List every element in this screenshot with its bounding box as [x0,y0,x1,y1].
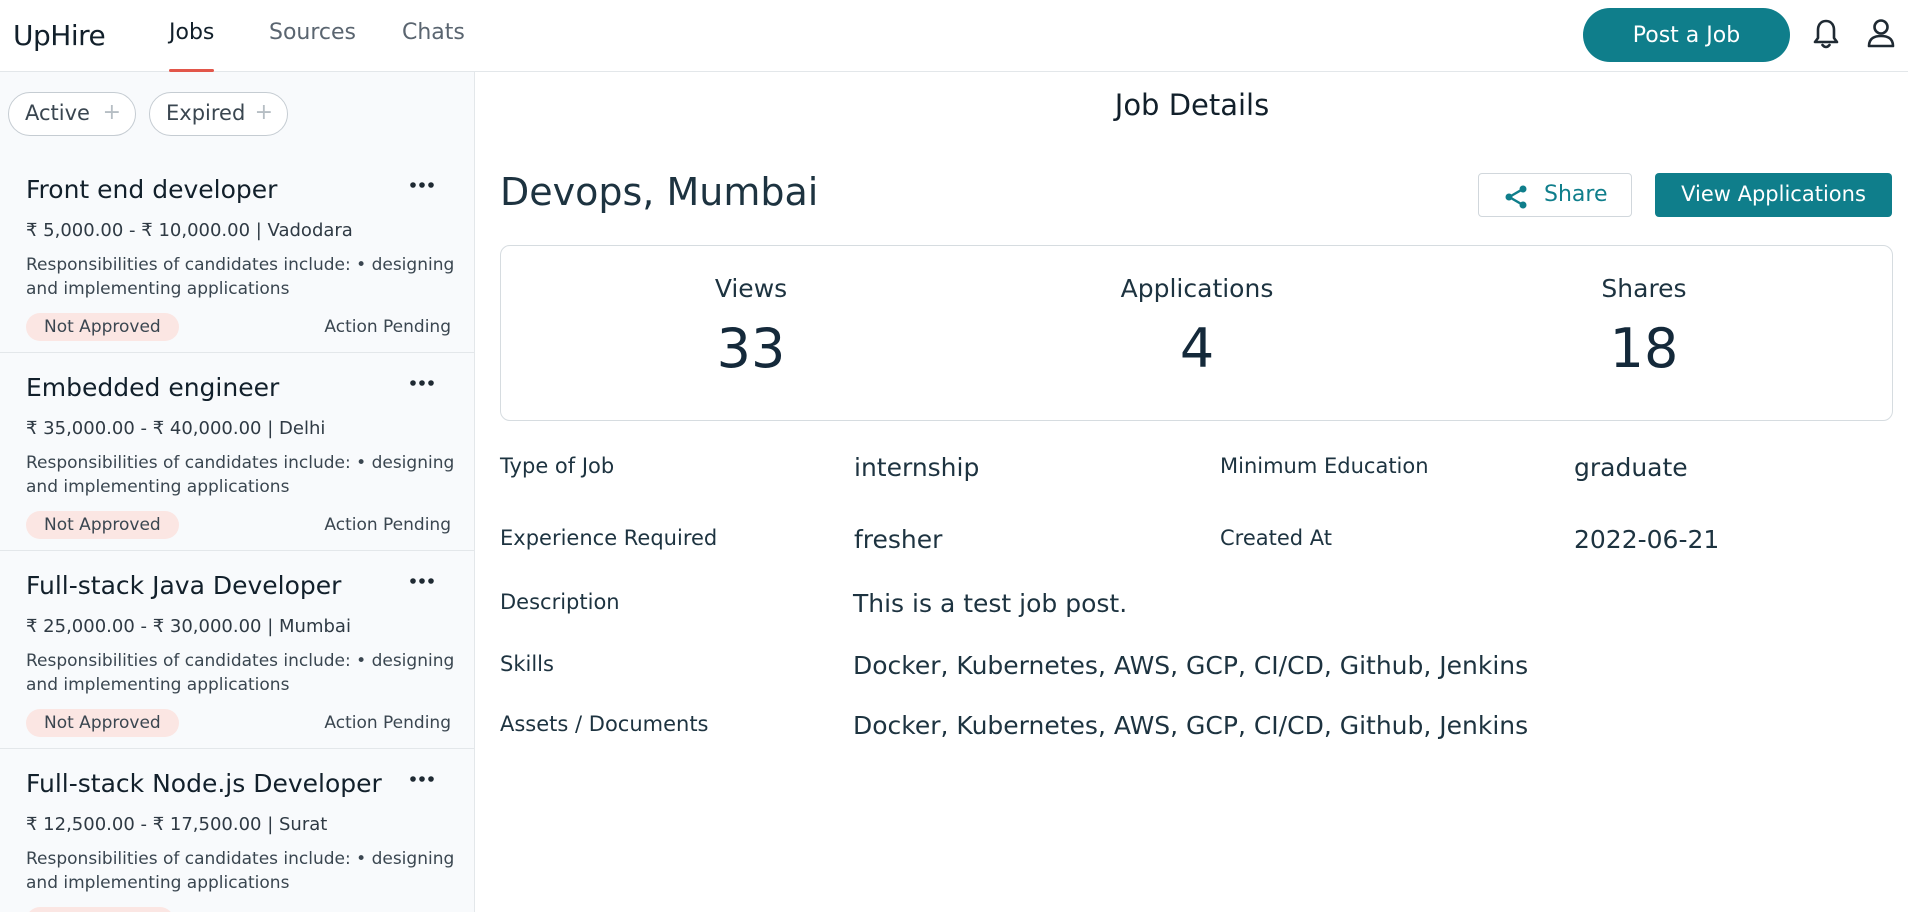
job-heading: Devops, Mumbai [500,170,819,214]
job-description: Responsibilities of candidates include: … [26,651,455,695]
page-title: Job Details [1114,88,1270,122]
stat-views: Views 33 [601,246,901,380]
job-description: Responsibilities of candidates include: … [26,255,455,299]
plus-icon: + [254,100,273,125]
more-options-icon[interactable] [408,369,436,397]
type-of-job-value: internship [854,453,980,482]
more-options-icon[interactable] [408,567,436,595]
stat-shares: Shares 18 [1494,246,1794,380]
job-details-panel: Job Details Devops, Mumbai Share View Ap… [476,72,1908,912]
post-job-button[interactable]: Post a Job [1583,8,1790,62]
approval-badge: Not Approved [26,313,179,341]
job-list-panel: Active + Expired + Front end developer ₹… [0,72,475,912]
bell-icon[interactable] [1812,18,1840,50]
filter-chip-label: Expired [166,101,246,125]
job-title: Embedded engineer [26,373,280,402]
share-button-label: Share [1544,182,1608,207]
skills-label: Skills [500,652,554,676]
job-description: Responsibilities of candidates include: … [26,849,455,893]
job-card[interactable]: Front end developer ₹ 5,000.00 - ₹ 10,00… [0,155,474,353]
job-salary-location: ₹ 12,500.00 - ₹ 17,500.00 | Surat [26,814,328,835]
stats-card: Views 33 Applications 4 Shares 18 [500,245,1893,421]
min-education-label: Minimum Education [1220,454,1429,478]
job-description: Responsibilities of candidates include: … [26,453,455,497]
tab-chats[interactable]: Chats [402,20,465,72]
created-at-value: 2022-06-21 [1574,525,1720,554]
tab-jobs[interactable]: Jobs [169,20,215,72]
job-title: Full-stack Node.js Developer [26,769,382,798]
action-status: Action Pending [324,317,451,337]
stat-value: 33 [716,317,786,380]
view-applications-button[interactable]: View Applications [1655,173,1892,217]
stat-label: Applications [1120,274,1274,303]
type-of-job-label: Type of Job [500,454,615,478]
job-title: Front end developer [26,175,278,204]
stat-value: 4 [1179,317,1215,380]
assets-value: Docker, Kubernetes, AWS, GCP, CI/CD, Git… [853,711,1529,740]
action-status: Action Pending [324,515,451,535]
job-salary-location: ₹ 25,000.00 - ₹ 30,000.00 | Mumbai [26,616,351,637]
assets-label: Assets / Documents [500,712,709,736]
created-at-label: Created At [1220,526,1333,550]
approval-badge: Not Approved [26,709,179,737]
tab-sources[interactable]: Sources [269,20,356,72]
plus-icon: + [102,100,121,125]
job-title: Full-stack Java Developer [26,571,342,600]
share-button[interactable]: Share [1478,173,1632,217]
filter-chip-active[interactable]: Active + [8,92,136,136]
job-salary-location: ₹ 35,000.00 - ₹ 40,000.00 | Delhi [26,418,326,439]
more-options-icon[interactable] [408,765,436,793]
filter-chip-label: Active [25,101,90,125]
experience-label: Experience Required [500,526,718,550]
experience-value: fresher [854,525,943,554]
user-icon[interactable] [1866,18,1896,50]
brand-logo[interactable]: UpHire [13,19,106,52]
min-education-value: graduate [1574,453,1688,482]
action-status: Action Pending [324,713,451,733]
approval-badge: Not Approved [26,511,179,539]
stat-value: 18 [1609,317,1679,380]
top-bar: UpHire Jobs Sources Chats Post a Job [0,0,1908,72]
more-options-icon[interactable] [408,171,436,199]
skills-value: Docker, Kubernetes, AWS, GCP, CI/CD, Git… [853,651,1529,680]
job-card[interactable]: Full-stack Java Developer ₹ 25,000.00 - … [0,551,474,749]
stat-label: Views [714,274,788,303]
approval-badge [26,907,174,912]
share-icon [1505,185,1527,209]
filter-chip-expired[interactable]: Expired + [149,92,288,136]
job-salary-location: ₹ 5,000.00 - ₹ 10,000.00 | Vadodara [26,220,353,241]
description-value: This is a test job post. [853,589,1128,618]
stat-label: Shares [1601,274,1687,303]
description-label: Description [500,590,620,614]
stat-applications: Applications 4 [1047,246,1347,380]
job-card[interactable]: Embedded engineer ₹ 35,000.00 - ₹ 40,000… [0,353,474,551]
job-card[interactable]: Full-stack Node.js Developer ₹ 12,500.00… [0,749,474,912]
